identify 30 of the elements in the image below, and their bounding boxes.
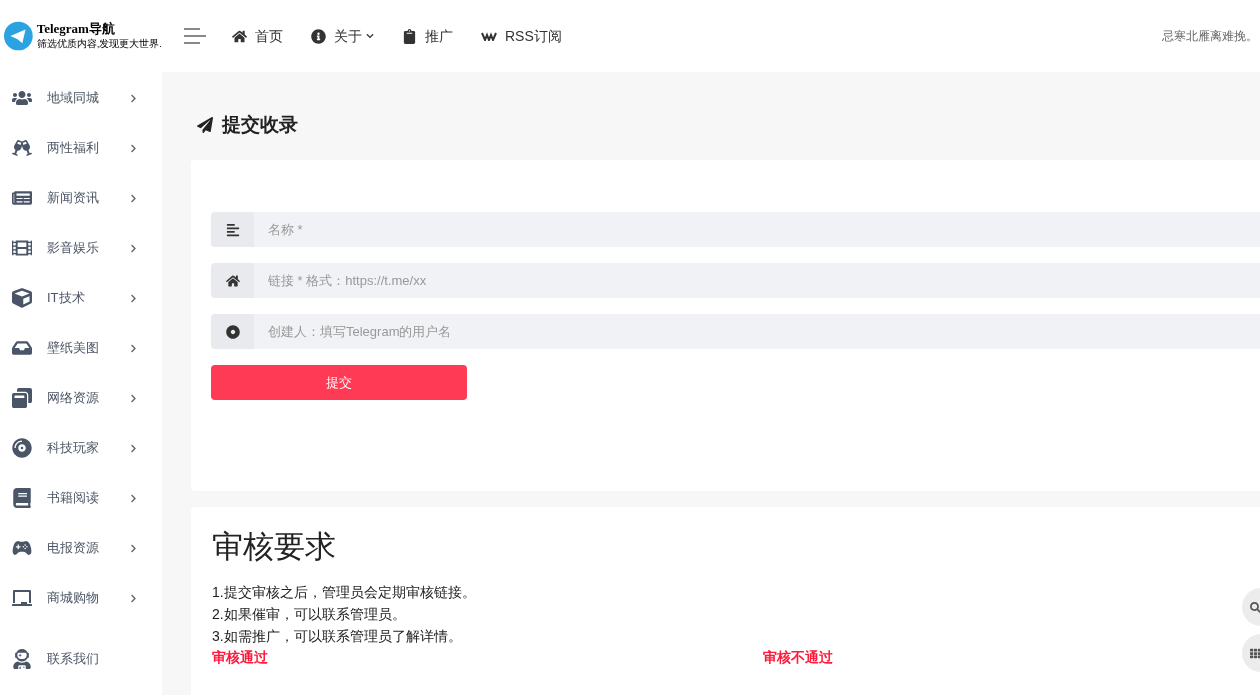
sidebar-item[interactable]: IT技术 xyxy=(0,273,162,323)
sidebar-item[interactable]: 电报资源 xyxy=(0,523,162,573)
sidebar-item[interactable]: 影音娱乐 xyxy=(0,223,162,273)
requirement-text: 2.如果催审，可以联系管理员。 xyxy=(212,605,406,624)
nav-link[interactable]: 推广 xyxy=(402,25,453,47)
sidebar-item[interactable]: 新闻资讯 xyxy=(0,173,162,223)
page-title: 提交收录 xyxy=(222,112,298,137)
requirement-text: 3.如需推广，可以联系管理员了解详情。 xyxy=(212,627,462,646)
sidebar-item[interactable]: 网络资源 xyxy=(0,373,162,423)
nav-link[interactable]: 首页 xyxy=(232,25,283,47)
section-heading: 审核要求 xyxy=(212,528,337,566)
input-field[interactable]: 创建人：填写Telegram的用户名 xyxy=(254,314,1260,349)
sidebar-item[interactable]: 地域同城 xyxy=(0,73,162,123)
nav-link[interactable]: 关于 xyxy=(311,25,374,47)
sidebar-item[interactable]: 书籍阅读 xyxy=(0,473,162,523)
column-heading: 审核通过 xyxy=(212,648,269,667)
requirement-text: 1.提交审核之后，管理员会定期审核链接。 xyxy=(212,583,476,602)
sidebar-item[interactable]: 壁纸美图 xyxy=(0,323,162,373)
logo-tagline: 筛选优质内容,发现更大世界. xyxy=(36,36,162,51)
sidebar-item[interactable]: 联系我们 xyxy=(0,634,162,684)
header-slogan: 忌寒北雁离难挽。 xyxy=(1162,28,1258,45)
sidebar-item[interactable]: 两性福利 xyxy=(0,123,162,173)
logo-title: Telegram导航 xyxy=(36,20,116,37)
sidebar-item[interactable]: 科技玩家 xyxy=(0,423,162,473)
nav-link[interactable]: RSS订阅 xyxy=(481,25,562,47)
sidebar-item[interactable]: 商城购物 xyxy=(0,573,162,623)
submit-button[interactable]: 提交 xyxy=(211,365,467,400)
input-field[interactable]: 链接 * 格式：https://t.me/xx xyxy=(254,263,1260,298)
input-field[interactable]: 名称 * xyxy=(254,212,1260,247)
column-heading: 审核不通过 xyxy=(763,648,833,667)
